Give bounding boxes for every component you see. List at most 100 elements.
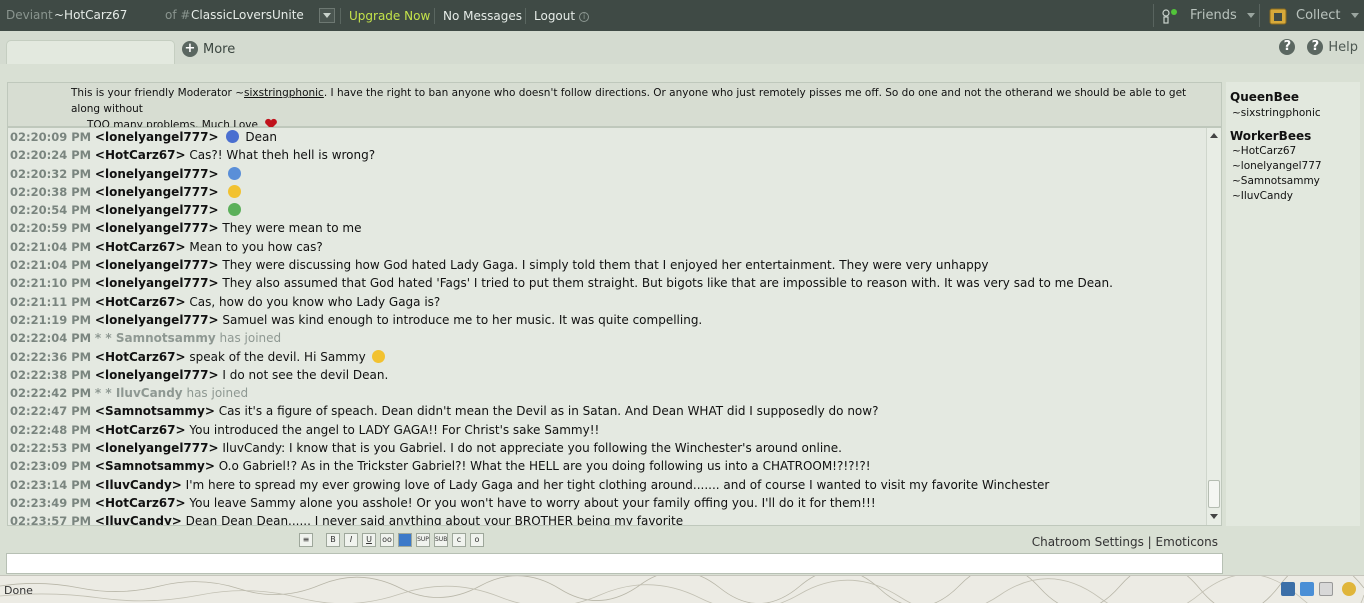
chat-nickname[interactable]: <lonelyangel777> bbox=[95, 167, 219, 181]
chat-timestamp: 02:23:57 PM bbox=[10, 514, 92, 526]
chat-message: Dean bbox=[245, 130, 277, 144]
text-mode-icon[interactable]: ≡ bbox=[299, 533, 313, 547]
handwriting-background bbox=[0, 576, 1364, 603]
format-toolbar: ≡ B I U oo SUP SUB c o Chatroom Settings… bbox=[0, 529, 1230, 553]
emoticons-link[interactable]: Emoticons bbox=[1156, 535, 1218, 549]
image-button[interactable] bbox=[398, 533, 412, 547]
chat-message: Cas, how do you know who Lady Gaga is? bbox=[189, 294, 441, 309]
top-bar: Deviant ~HotCarz67 of # ClassicLoversUni… bbox=[0, 0, 1364, 31]
collect-icon bbox=[1269, 8, 1287, 24]
chat-nickname[interactable]: <lonelyangel777> bbox=[95, 441, 219, 455]
chat-line: 02:22:47 PM <Samnotsammy> Cas it's a fig… bbox=[10, 402, 1205, 420]
chat-scrollbar[interactable] bbox=[1206, 128, 1221, 525]
chat-nickname[interactable]: <Samnotsammy> bbox=[95, 459, 215, 473]
chat-nickname[interactable]: <HotCarz67> bbox=[95, 240, 186, 254]
more-button[interactable]: + More bbox=[182, 41, 235, 57]
chevron-down-icon bbox=[1350, 13, 1359, 18]
room-dropdown-button[interactable] bbox=[319, 8, 335, 23]
smiley-icon[interactable] bbox=[1342, 582, 1356, 596]
chat-nickname[interactable]: <Samnotsammy> bbox=[95, 404, 215, 418]
help-link[interactable]: Help bbox=[1328, 40, 1358, 55]
chat-timestamp: 02:21:04 PM bbox=[10, 239, 92, 254]
chat-nickname[interactable]: <lonelyangel777> bbox=[95, 368, 219, 382]
chat-message: They were mean to me bbox=[222, 221, 362, 236]
help-icon[interactable]: ? bbox=[1307, 39, 1324, 55]
chat-nickname[interactable]: <lonelyangel777> bbox=[95, 258, 219, 272]
code-button[interactable]: c bbox=[452, 533, 466, 547]
chat-timestamp: 02:20:24 PM bbox=[10, 148, 92, 163]
settings-icon[interactable]: o bbox=[470, 533, 484, 547]
chat-message: Cas?! What theh hell is wrong? bbox=[189, 148, 376, 163]
join-notice-text: has joined bbox=[219, 331, 282, 346]
chat-line: 02:21:04 PM <lonelyangel777> They were d… bbox=[10, 256, 1205, 274]
chat-nickname[interactable]: <lonelyangel777> bbox=[95, 313, 219, 327]
chat-nickname[interactable]: <lonelyangel777> bbox=[95, 221, 219, 235]
user-group-members: ~HotCarz67 ~lonelyangel777 ~Samnotsammy ~Il… bbox=[1226, 144, 1360, 204]
room-name[interactable]: ClassicLoversUnite bbox=[191, 8, 304, 22]
link-button[interactable]: oo bbox=[380, 533, 394, 547]
join-notice-user[interactable]: * * Samnotsammy bbox=[95, 331, 216, 345]
chat-nickname[interactable]: <IluvCandy> bbox=[95, 478, 182, 492]
scroll-thumb[interactable] bbox=[1208, 480, 1220, 508]
superscript-button[interactable]: SUP bbox=[416, 533, 430, 547]
collect-label: Collect bbox=[1296, 8, 1341, 23]
chat-timestamp: 02:22:36 PM bbox=[10, 349, 92, 364]
chat-nickname[interactable]: <lonelyangel777> bbox=[95, 276, 219, 290]
user-list-item[interactable]: ~sixstringphonic bbox=[1232, 106, 1360, 121]
collect-menu[interactable]: Collect bbox=[1268, 0, 1359, 31]
chat-line: 02:23:57 PM <IluvCandy> Dean Dean Dean..… bbox=[10, 512, 1205, 526]
chat-timestamp: 02:22:47 PM bbox=[10, 404, 92, 419]
chat-line: 02:20:09 PM <lonelyangel777> Dean bbox=[10, 128, 1205, 146]
user-list-item[interactable]: ~Samnotsammy bbox=[1232, 174, 1360, 189]
tab-chatroom[interactable] bbox=[6, 40, 175, 64]
friends-menu[interactable]: Friends bbox=[1160, 0, 1255, 31]
scroll-up-icon[interactable] bbox=[1210, 133, 1218, 138]
chat-nickname[interactable]: <HotCarz67> bbox=[95, 350, 186, 364]
italic-button[interactable]: I bbox=[344, 533, 358, 547]
scroll-down-icon[interactable] bbox=[1210, 514, 1218, 519]
chat-line: 02:23:14 PM <IluvCandy> I'm here to spre… bbox=[10, 476, 1205, 494]
chat-timestamp: 02:20:32 PM bbox=[10, 166, 92, 181]
emoticon-icon bbox=[228, 166, 242, 180]
user-icon[interactable]: ? bbox=[1279, 39, 1296, 55]
chat-timestamp: 02:22:38 PM bbox=[10, 367, 92, 382]
subscript-button[interactable]: SUB bbox=[434, 533, 448, 547]
chat-nickname[interactable]: <HotCarz67> bbox=[95, 496, 186, 510]
chatroom-settings-link[interactable]: Chatroom Settings bbox=[1032, 535, 1144, 549]
join-notice-user[interactable]: * * IluvCandy bbox=[95, 386, 183, 400]
deviant-name[interactable]: ~HotCarz67 bbox=[54, 8, 127, 22]
chat-timestamp: 02:20:38 PM bbox=[10, 184, 92, 199]
user-list-item[interactable]: ~HotCarz67 bbox=[1232, 144, 1360, 159]
more-label: More bbox=[203, 41, 236, 57]
chat-message: You introduced the angel to LADY GAGA!! … bbox=[189, 422, 600, 437]
message-input[interactable] bbox=[6, 553, 1223, 574]
user-group-members: ~sixstringphonic bbox=[1226, 106, 1360, 121]
user-list-item[interactable]: ~lonelyangel777 bbox=[1232, 159, 1360, 174]
chat-nickname[interactable]: <lonelyangel777> bbox=[95, 130, 219, 144]
chat-nickname[interactable]: <IluvCandy> bbox=[95, 514, 182, 525]
chat-nickname[interactable]: <HotCarz67> bbox=[95, 423, 186, 437]
chat-nickname[interactable]: <HotCarz67> bbox=[95, 148, 186, 162]
user-group-title: WorkerBees bbox=[1230, 129, 1312, 143]
upgrade-link[interactable]: Upgrade Now bbox=[340, 8, 438, 24]
browser-status-bar: Done bbox=[0, 575, 1364, 603]
chat-timestamp: 02:22:04 PM bbox=[10, 331, 92, 346]
messages-link[interactable]: No Messages bbox=[434, 8, 530, 24]
user-list-item[interactable]: ~IluvCandy bbox=[1232, 189, 1360, 204]
mail-icon[interactable] bbox=[1319, 582, 1333, 596]
logout-link[interactable]: Logout i bbox=[525, 8, 597, 24]
chat-nickname[interactable]: <lonelyangel777> bbox=[95, 203, 219, 217]
underline-button[interactable]: U bbox=[362, 533, 376, 547]
chat-line: 02:21:19 PM <lonelyangel777> Samuel was … bbox=[10, 311, 1205, 329]
chat-timestamp: 02:21:11 PM bbox=[10, 294, 92, 309]
user-group-title: QueenBee bbox=[1230, 90, 1299, 104]
chat-nickname[interactable]: <lonelyangel777> bbox=[95, 185, 219, 199]
join-notice-text: has joined bbox=[186, 386, 249, 401]
chat-nickname[interactable]: <HotCarz67> bbox=[95, 295, 186, 309]
chat-timestamp: 02:23:09 PM bbox=[10, 459, 92, 474]
bold-button[interactable]: B bbox=[326, 533, 340, 547]
chat-line: 02:21:04 PM <HotCarz67> Mean to you how … bbox=[10, 238, 1205, 256]
chat-line: 02:20:24 PM <HotCarz67> Cas?! What theh … bbox=[10, 146, 1205, 164]
chat-line: 02:20:54 PM <lonelyangel777> bbox=[10, 201, 1205, 219]
moderator-link[interactable]: sixstringphonic bbox=[244, 87, 324, 99]
